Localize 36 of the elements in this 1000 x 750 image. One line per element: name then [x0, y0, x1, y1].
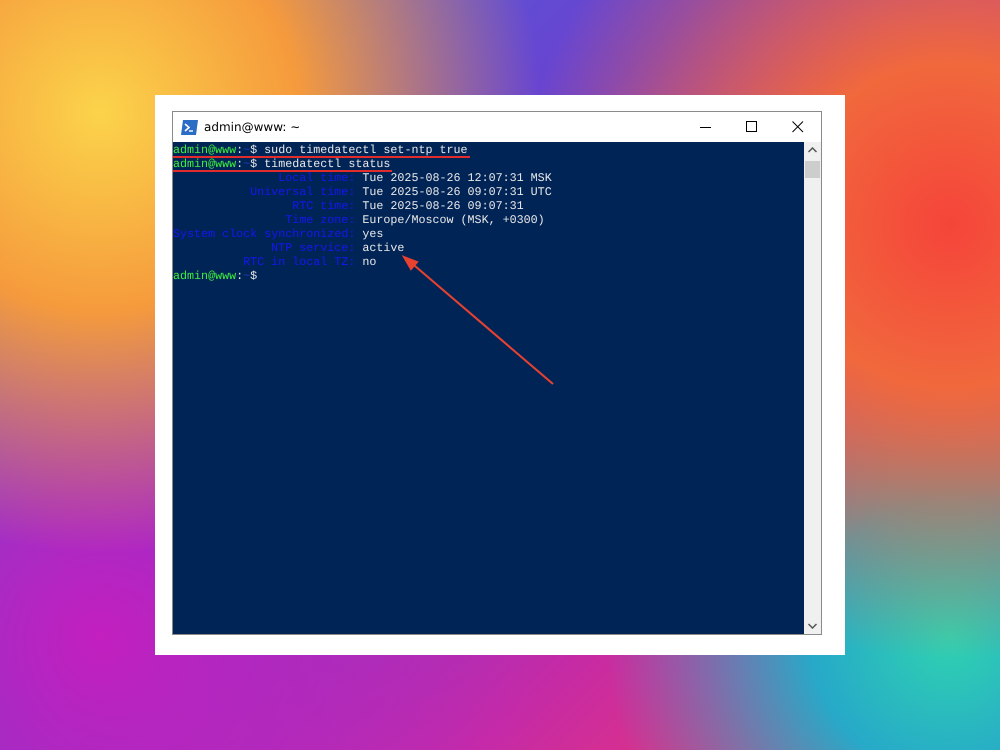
- prompt-colon: :: [236, 143, 244, 157]
- status-label: RTC in local TZ:: [242, 255, 356, 269]
- status-value: no: [362, 255, 376, 269]
- prompt-user: admin@www: [173, 157, 236, 171]
- prompt-user: admin@www: [173, 143, 236, 157]
- prompt-colon: :: [236, 157, 244, 171]
- command-text: sudo timedatectl set-ntp true: [264, 143, 468, 157]
- prompt-colon: :: [236, 269, 244, 283]
- scrollbar[interactable]: [804, 142, 821, 634]
- prompt-path: ~: [243, 269, 250, 283]
- status-label: NTP service:: [270, 241, 356, 255]
- status-value: Tue 2025-08-26 09:07:31: [362, 199, 524, 213]
- scroll-up-icon[interactable]: [808, 147, 817, 153]
- status-label: Time zone:: [284, 213, 356, 227]
- maximize-icon: [746, 121, 758, 133]
- status-label: System clock synchronized:: [173, 227, 356, 241]
- status-label: Universal time:: [249, 185, 356, 199]
- prompt-symbol: $: [250, 269, 258, 283]
- prompt-symbol: $: [250, 157, 258, 171]
- status-value: yes: [362, 227, 384, 241]
- close-icon: [792, 121, 804, 133]
- prompt-user: admin@www: [173, 269, 236, 283]
- status-label: RTC time:: [291, 199, 356, 213]
- command-text: timedatectl status: [264, 157, 390, 171]
- status-value: Tue 2025-08-26 09:07:31 UTC: [362, 185, 552, 199]
- terminal-icon: [181, 120, 198, 134]
- status-value: Europe/Moscow (MSK, +0300): [362, 213, 545, 227]
- status-label: Local time:: [277, 171, 356, 185]
- status-value: active: [362, 241, 404, 255]
- prompt-path: ~: [243, 143, 250, 157]
- prompt-path: ~: [243, 157, 250, 171]
- status-value: Tue 2025-08-26 12:07:31 MSK: [362, 171, 552, 185]
- scrollbar-thumb[interactable]: [805, 161, 820, 178]
- scroll-down-icon[interactable]: [808, 623, 817, 629]
- window-title: admin@www: ~: [204, 120, 302, 134]
- prompt-symbol: $: [250, 143, 258, 157]
